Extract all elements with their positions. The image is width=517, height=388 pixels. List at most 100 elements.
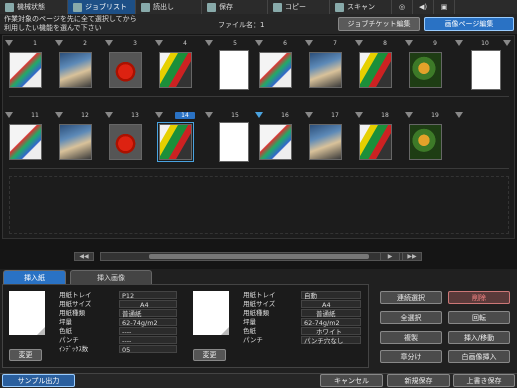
page-thumbnail[interactable] bbox=[359, 124, 392, 160]
scroll-last-button[interactable]: ▶▶ bbox=[402, 252, 422, 261]
insert-marker-icon[interactable] bbox=[355, 112, 363, 118]
page-thumbnail[interactable] bbox=[359, 52, 392, 88]
page-thumbnail[interactable] bbox=[109, 52, 142, 88]
insert-marker-icon[interactable] bbox=[355, 40, 363, 46]
info-label: 用紙トレイ bbox=[59, 291, 92, 299]
page-number: 12 bbox=[81, 112, 89, 119]
tab-machine-status[interactable]: 機械状態 bbox=[0, 0, 68, 14]
settings-icon[interactable]: ▣ bbox=[434, 0, 455, 14]
scrollbar-thumb[interactable] bbox=[149, 254, 369, 259]
info-value: 普通紙 bbox=[301, 309, 361, 318]
info-value: 普通紙 bbox=[119, 309, 177, 318]
info-value: 05 bbox=[119, 345, 177, 354]
machine-status-icon bbox=[5, 2, 14, 12]
image-page-edit-button[interactable]: 画像ページ編集 bbox=[424, 17, 514, 31]
insert-marker-icon[interactable] bbox=[405, 112, 413, 118]
scroll-first-button[interactable]: ◀◀ bbox=[74, 252, 94, 261]
page-thumbnail[interactable] bbox=[59, 124, 92, 160]
page-thumbnail-selected[interactable] bbox=[157, 122, 194, 162]
page-number: 13 bbox=[131, 112, 139, 119]
page-number: 2 bbox=[83, 40, 87, 47]
tab-label: スキャン bbox=[347, 3, 375, 11]
insert-marker-icon[interactable] bbox=[205, 112, 213, 118]
cancel-button[interactable]: キャンセル bbox=[320, 374, 383, 387]
chapter-button[interactable]: 章分け bbox=[380, 350, 442, 363]
info-label: 用紙種類 bbox=[59, 309, 85, 317]
insert-marker-icon[interactable] bbox=[455, 112, 463, 118]
info-value: ---- bbox=[119, 336, 177, 345]
duplicate-button[interactable]: 複製 bbox=[380, 331, 442, 344]
insert-marker-icon[interactable] bbox=[5, 40, 13, 46]
tab-copy[interactable]: コピー bbox=[268, 0, 330, 14]
insert-marker-icon[interactable] bbox=[55, 112, 63, 118]
job-list-page-edit-screen: 機械状態 ジョブリスト 読出し 保存 コピー スキャン ◎ ◀) ▣ 作業対象の… bbox=[0, 0, 517, 388]
info-value: ---- bbox=[119, 327, 177, 336]
page-thumbnail[interactable] bbox=[309, 52, 342, 88]
page-thumbnail[interactable] bbox=[159, 52, 192, 88]
page-thumbnail[interactable] bbox=[409, 124, 442, 160]
insert-marker-icon[interactable] bbox=[305, 112, 313, 118]
info-label: 色紙 bbox=[59, 327, 72, 335]
info-value: パンチ穴なし bbox=[301, 336, 361, 345]
blank-page-thumbnail[interactable] bbox=[219, 122, 249, 162]
globe-icon[interactable]: ◎ bbox=[392, 0, 413, 14]
horizontal-scrollbar[interactable] bbox=[100, 252, 422, 261]
page-thumbnail[interactable] bbox=[259, 52, 292, 88]
row-divider bbox=[9, 96, 509, 97]
insert-paper-preview bbox=[9, 291, 45, 335]
new-save-button[interactable]: 新規保存 bbox=[387, 374, 450, 387]
continuous-select-button[interactable]: 連続選択 bbox=[380, 291, 442, 304]
volume-icon[interactable]: ◀) bbox=[413, 0, 434, 14]
tab-job-list[interactable]: ジョブリスト bbox=[68, 0, 136, 14]
page-thumbnail[interactable] bbox=[409, 52, 442, 88]
insert-marker-icon[interactable] bbox=[105, 40, 113, 46]
insert-marker-icon[interactable] bbox=[55, 40, 63, 46]
insert-marker-icon[interactable] bbox=[5, 112, 13, 118]
insert-paper-preview bbox=[193, 291, 229, 335]
page-thumbnail[interactable] bbox=[109, 124, 142, 160]
tab-save[interactable]: 保存 bbox=[202, 0, 268, 14]
insert-marker-icon[interactable] bbox=[503, 40, 511, 46]
insert-marker-icon[interactable] bbox=[205, 40, 213, 46]
insert-marker-icon[interactable] bbox=[155, 40, 163, 46]
select-all-button[interactable]: 全選択 bbox=[380, 311, 442, 324]
page-grid: 1 2 3 4 5 6 7 8 9 10 11 12 13 14 15 16 1… bbox=[2, 35, 515, 239]
tab-insert-paper[interactable]: 挿入紙 bbox=[3, 270, 66, 284]
change-button[interactable]: 変更 bbox=[9, 349, 42, 361]
blank-image-insert-button[interactable]: 白画像挿入 bbox=[448, 350, 510, 363]
info-label: ｲﾝﾃﾞｯｸｽ数 bbox=[59, 345, 89, 353]
page-thumbnail[interactable] bbox=[309, 124, 342, 160]
insert-marker-icon[interactable] bbox=[405, 40, 413, 46]
insert-marker-icon-active[interactable] bbox=[255, 112, 263, 118]
insert-marker-icon[interactable] bbox=[305, 40, 313, 46]
overwrite-save-button[interactable]: 上書き保存 bbox=[453, 374, 515, 387]
insert-marker-icon[interactable] bbox=[155, 112, 163, 118]
insert-move-button[interactable]: 挿入/移動 bbox=[448, 331, 510, 344]
sample-output-button[interactable]: サンプル出力 bbox=[2, 374, 75, 387]
page-number: 4 bbox=[183, 40, 187, 47]
tab-recall[interactable]: 読出し bbox=[136, 0, 202, 14]
tab-label: ジョブリスト bbox=[85, 3, 127, 11]
rotate-button[interactable]: 回転 bbox=[448, 311, 510, 324]
empty-page-row bbox=[9, 176, 509, 234]
page-number: 9 bbox=[433, 40, 437, 47]
page-number: 10 bbox=[481, 40, 489, 47]
insert-marker-icon[interactable] bbox=[105, 112, 113, 118]
tab-insert-image[interactable]: 挿入画像 bbox=[70, 270, 152, 284]
blank-page-thumbnail[interactable] bbox=[219, 50, 249, 90]
job-ticket-edit-button[interactable]: ジョブチケット編集 bbox=[338, 17, 420, 31]
change-button[interactable]: 変更 bbox=[193, 349, 226, 361]
tab-scan[interactable]: スキャン bbox=[330, 0, 392, 14]
scroll-next-button[interactable]: ▶ bbox=[380, 252, 400, 261]
page-thumbnail[interactable] bbox=[9, 124, 42, 160]
info-label: 用紙サイズ bbox=[243, 300, 276, 308]
page-number: 16 bbox=[281, 112, 289, 119]
insert-marker-icon[interactable] bbox=[455, 40, 463, 46]
page-thumbnail[interactable] bbox=[259, 124, 292, 160]
page-number-selected: 14 bbox=[175, 112, 195, 119]
page-thumbnail[interactable] bbox=[59, 52, 92, 88]
delete-button[interactable]: 削除 bbox=[448, 291, 510, 304]
page-thumbnail[interactable] bbox=[9, 52, 42, 88]
blank-page-thumbnail[interactable] bbox=[471, 50, 501, 90]
insert-marker-icon[interactable] bbox=[255, 40, 263, 46]
